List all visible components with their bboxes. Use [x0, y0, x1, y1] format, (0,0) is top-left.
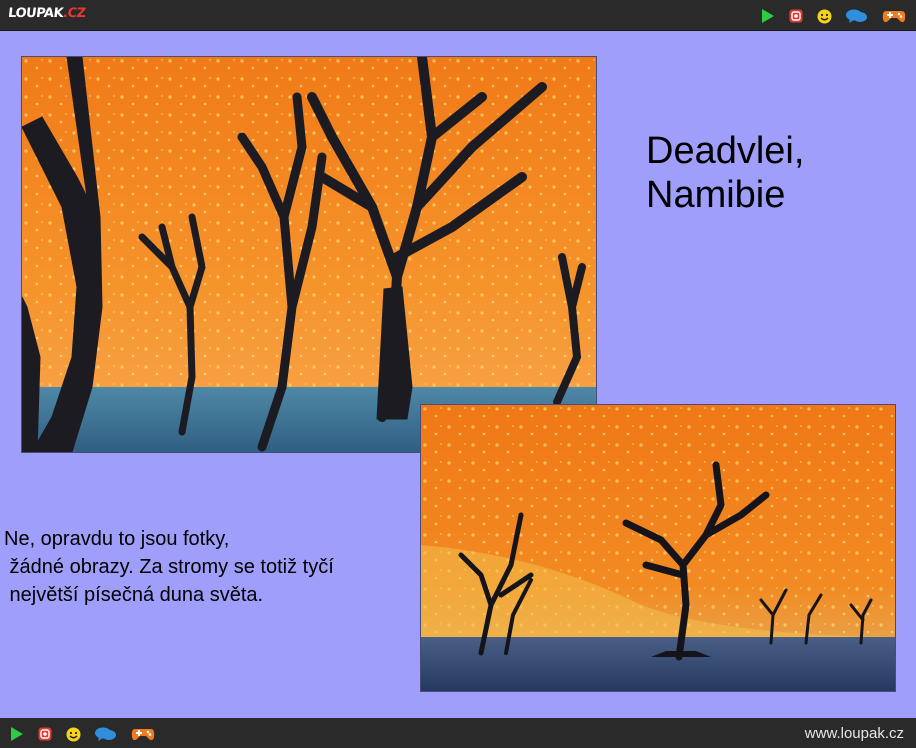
- photo-caption: Ne, opravdu to jsou fotky, žádné obrazy.…: [4, 525, 334, 609]
- instagram-icon[interactable]: [38, 727, 52, 741]
- caption-line-2: žádné obrazy. Za stromy se totiž tyčí: [4, 556, 334, 578]
- deadvlei-photo-1: [21, 56, 597, 453]
- loupak-logo[interactable]: LOUPAK.CZ: [7, 6, 86, 24]
- chat-icon[interactable]: [846, 8, 868, 24]
- play-icon[interactable]: [10, 727, 24, 741]
- gamepad-icon[interactable]: [882, 8, 906, 24]
- caption-line-3: největší písečná duna světa.: [4, 584, 264, 606]
- bottom-bar: www.loupak.cz: [0, 718, 916, 748]
- content-area: Deadvlei, Namibie Ne, opravdu to jsou fo…: [0, 31, 916, 718]
- smiley-icon[interactable]: [817, 9, 832, 24]
- title-line-1: Deadvlei,: [646, 130, 805, 172]
- smiley-icon[interactable]: [66, 727, 81, 742]
- chat-icon[interactable]: [95, 726, 117, 742]
- gamepad-icon[interactable]: [131, 726, 155, 742]
- site-url-link[interactable]: www.loupak.cz: [805, 725, 904, 742]
- caption-line-1: Ne, opravdu to jsou fotky,: [4, 528, 230, 550]
- deadvlei-photo-2: [420, 404, 896, 692]
- instagram-icon[interactable]: [789, 9, 803, 23]
- play-icon[interactable]: [761, 9, 775, 23]
- page-title: Deadvlei, Namibie: [646, 129, 804, 217]
- title-line-2: Namibie: [646, 174, 786, 216]
- top-bar: LOUPAK.CZ: [0, 0, 916, 31]
